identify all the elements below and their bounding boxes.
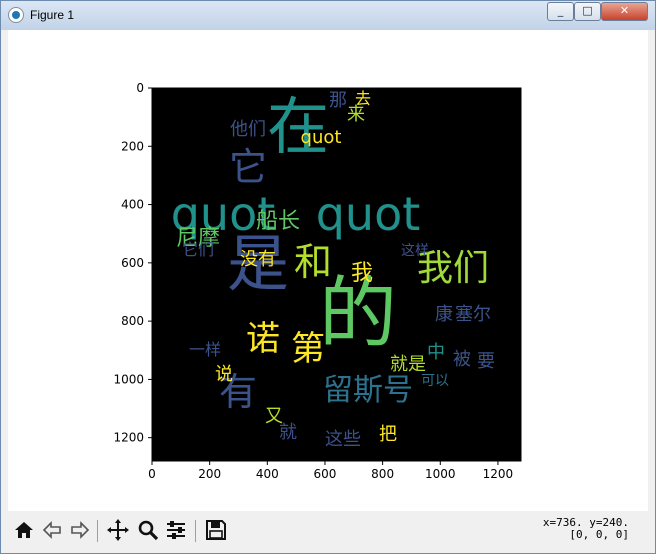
wordcloud-word: 就是 bbox=[390, 354, 426, 375]
y-tick-label: 1200 bbox=[113, 431, 144, 445]
wordcloud-word: 又 bbox=[265, 406, 283, 427]
wordcloud-word: 被 bbox=[453, 349, 471, 370]
wordcloud-word: 中 bbox=[427, 342, 445, 363]
y-tick-label: 800 bbox=[121, 314, 144, 328]
wordcloud-word: quot bbox=[301, 127, 342, 148]
navigation-toolbar: x=736. y=240. [0, 0, 0] bbox=[1, 511, 655, 553]
cursor-readout: x=736. y=240. [0, 0, 0] bbox=[529, 517, 629, 541]
wordcloud-word: 塞尔 bbox=[455, 304, 491, 325]
wordcloud-word: 船长 bbox=[256, 209, 300, 234]
toolbar-separator bbox=[195, 520, 196, 542]
y-tick-label: 0 bbox=[136, 81, 144, 95]
wordcloud-word: 他们 bbox=[230, 119, 266, 140]
configure-icon[interactable] bbox=[163, 517, 189, 543]
pixel-value: [0, 0, 0] bbox=[569, 528, 629, 541]
wordcloud-word: 它 bbox=[229, 145, 267, 189]
y-tick-label: 400 bbox=[121, 198, 144, 212]
wordcloud-word: 这些 bbox=[325, 429, 361, 450]
wordcloud-word: 要 bbox=[477, 351, 495, 372]
figure-window: Figure 1 _ □ ✕ 的是在 quot quot 我们和它有诺第留斯号 尼摩 船长… bbox=[0, 0, 656, 554]
wordcloud-word: 可以 bbox=[421, 373, 449, 389]
wordcloud-word: 康 bbox=[435, 304, 453, 325]
pan-icon[interactable] bbox=[105, 517, 131, 543]
x-tick-label: 200 bbox=[198, 467, 221, 481]
wordcloud-word: 没有 bbox=[240, 249, 276, 270]
maximize-button[interactable]: □ bbox=[574, 2, 601, 21]
wordcloud-word: quot bbox=[316, 187, 421, 241]
wordcloud-word: 去 bbox=[355, 89, 371, 108]
x-tick-label: 600 bbox=[314, 467, 337, 481]
wordcloud-word: 这样 bbox=[401, 242, 429, 259]
title-bar: Figure 1 _ □ ✕ bbox=[1, 1, 655, 30]
window-title: Figure 1 bbox=[30, 8, 75, 22]
home-icon[interactable] bbox=[11, 517, 37, 543]
minimize-button[interactable]: _ bbox=[547, 2, 574, 21]
back-icon[interactable] bbox=[39, 517, 65, 543]
y-tick-label: 200 bbox=[121, 139, 144, 153]
toolbar-separator bbox=[97, 520, 98, 542]
x-tick-label: 1000 bbox=[425, 467, 456, 481]
wordcloud-word: 一样 bbox=[189, 340, 221, 359]
wordcloud-word: 诺 bbox=[246, 319, 280, 359]
forward-icon[interactable] bbox=[67, 517, 93, 543]
figure-canvas[interactable]: 的是在 quot quot 我们和它有诺第留斯号 尼摩 船长说我他们 这些 就是 可以康塞尔 没有… bbox=[8, 30, 648, 511]
wordcloud-word: 把 bbox=[379, 424, 397, 445]
x-tick-label: 400 bbox=[256, 467, 279, 481]
wordcloud-word: 它们 bbox=[182, 240, 214, 259]
wordcloud-word: 那 bbox=[329, 90, 347, 111]
zoom-icon[interactable] bbox=[135, 517, 161, 543]
wordcloud-word: 我 bbox=[351, 261, 373, 286]
wordcloud-word: 说 bbox=[215, 364, 233, 385]
x-tick-label: 800 bbox=[371, 467, 394, 481]
x-tick-label: 0 bbox=[148, 467, 156, 481]
plot-area: 的是在quot quot我们和它有诺 第留斯号尼摩船长说我他们这些就是可以康 塞尔没有… bbox=[113, 81, 522, 481]
wordcloud-word: 第 bbox=[291, 329, 325, 369]
wordcloud-word: 和 bbox=[294, 240, 332, 284]
wordcloud-word: 留斯号 bbox=[323, 373, 413, 408]
save-icon[interactable] bbox=[203, 517, 229, 543]
y-tick-label: 600 bbox=[121, 256, 144, 270]
x-tick-label: 1200 bbox=[483, 467, 514, 481]
close-button[interactable]: ✕ bbox=[601, 2, 648, 21]
matplotlib-icon bbox=[8, 7, 24, 23]
y-tick-label: 1000 bbox=[113, 372, 144, 386]
